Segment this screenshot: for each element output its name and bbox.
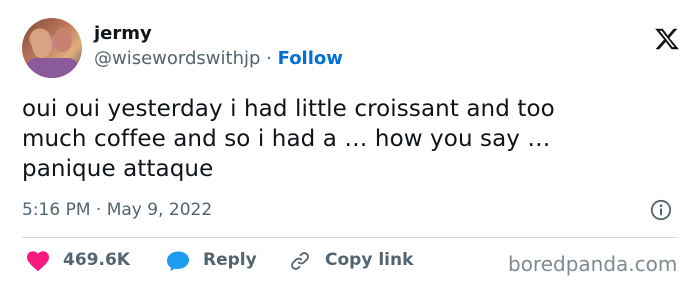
user-info: jermy @wisewordswithjp · Follow [94,22,343,72]
divider [22,237,678,238]
handle-row: @wisewordswithjp · Follow [94,46,343,72]
follow-button[interactable]: Follow [278,48,343,69]
timestamp-separator: · [95,200,102,220]
tweet-text-line: panique attaque [22,156,214,182]
tweet-text-line: much coffee and so i had a … how you say… [22,126,551,152]
copy-link-label: Copy link [325,250,414,270]
avatar-face-right [54,28,72,52]
speech-bubble-icon [167,251,189,271]
tweet-text-line: oui oui yesterday i had little croissant… [22,96,555,122]
watermark: boredpanda.com [508,252,678,276]
like-count: 469.6K [63,250,130,270]
tweet-date: May 9, 2022 [106,200,213,220]
tweet-text: oui oui yesterday i had little croissant… [22,94,662,184]
avatar-shirt [26,58,78,78]
tweet-timestamp[interactable]: 5:16 PM · May 9, 2022 [22,198,212,222]
x-logo-icon[interactable] [654,26,680,52]
avatar[interactable] [22,18,82,78]
tweet-time: 5:16 PM [22,200,91,220]
tweet-header: jermy @wisewordswithjp · Follow [22,18,682,80]
avatar-face-left [32,32,52,58]
info-icon[interactable] [650,199,672,221]
link-icon [291,252,309,270]
display-name[interactable]: jermy [94,22,343,46]
heart-icon [27,251,49,272]
handle[interactable]: @wisewordswithjp [94,48,260,69]
handle-separator: · [266,48,272,69]
reply-label: Reply [203,250,257,270]
tweet-card: jermy @wisewordswithjp · Follow oui oui … [0,0,700,288]
